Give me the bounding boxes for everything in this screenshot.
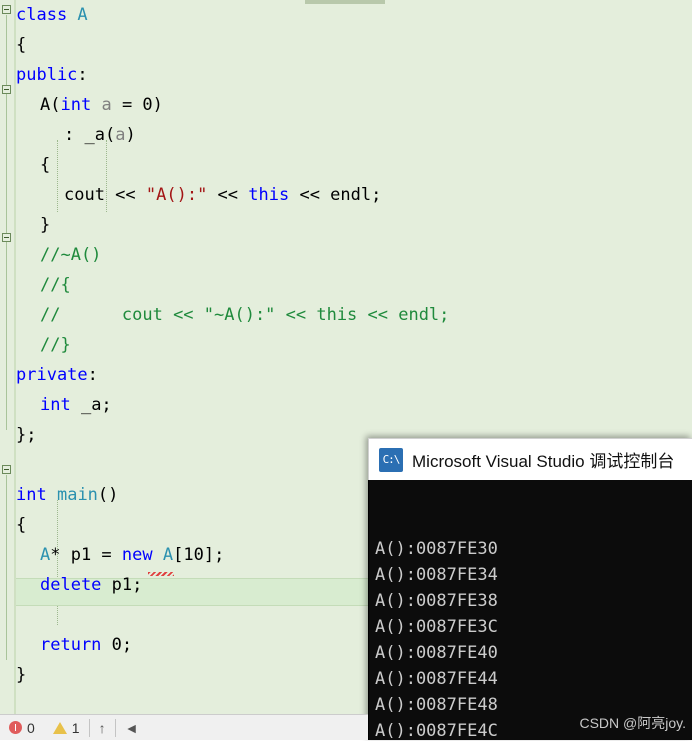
- warning-count-label: 1: [71, 719, 80, 736]
- code-token: = 0): [111, 95, 163, 115]
- code-token: };: [16, 425, 37, 445]
- code-token: {: [16, 35, 27, 55]
- error-squiggle: [148, 572, 174, 576]
- console-line: A():0087FE3C: [375, 617, 498, 637]
- code-token: new: [121, 545, 153, 565]
- code-line[interactable]: class A: [0, 0, 692, 30]
- code-line[interactable]: //{: [0, 270, 692, 300]
- console-line: A():0087FE44: [375, 669, 498, 689]
- code-token: [10];: [173, 545, 225, 565]
- code-line[interactable]: //~A(): [0, 240, 692, 270]
- code-token: A: [162, 545, 174, 565]
- code-token: ): [125, 125, 136, 145]
- arrow-up-icon: ↑: [98, 719, 106, 736]
- console-output[interactable]: A():0087FE30 A():0087FE34 A():0087FE38 A():…: [368, 480, 692, 740]
- code-token: //~A(): [40, 245, 102, 265]
- code-token: _a;: [70, 395, 112, 415]
- code-line[interactable]: //}: [0, 330, 692, 360]
- code-token: :: [87, 365, 98, 385]
- error-count-label: 0: [27, 719, 35, 736]
- code-token: A: [40, 545, 51, 565]
- code-token: p1;: [101, 575, 143, 595]
- console-line: A():0087FE30: [375, 539, 498, 559]
- console-titlebar[interactable]: C:\ Microsoft Visual Studio 调试控制台: [368, 438, 692, 480]
- code-token: A: [77, 5, 88, 25]
- code-token: {: [40, 155, 51, 175]
- console-app-icon: C:\: [379, 447, 403, 472]
- console-line: A():0087FE38: [375, 591, 498, 611]
- code-token: int: [40, 395, 71, 415]
- code-line[interactable]: A(int a = 0): [0, 90, 692, 120]
- code-token: :: [77, 65, 88, 85]
- code-token: cout <<: [64, 185, 146, 205]
- code-token: this: [248, 185, 290, 205]
- code-line[interactable]: public:: [0, 60, 692, 90]
- code-token: : _a(: [64, 125, 116, 145]
- console-line: A():0087FE34: [375, 565, 498, 585]
- scroll-up-item[interactable]: ↑: [90, 715, 115, 741]
- error-icon: [9, 721, 22, 734]
- code-line[interactable]: {: [0, 30, 692, 60]
- code-line[interactable]: }: [0, 210, 692, 240]
- code-token: int: [16, 485, 47, 505]
- code-token: private: [16, 365, 88, 385]
- code-token: int: [60, 95, 92, 115]
- code-token: delete: [40, 575, 102, 595]
- scroll-left-item[interactable]: ◄: [116, 715, 148, 741]
- code-token: //}: [40, 335, 71, 355]
- warning-icon: [52, 721, 67, 734]
- status-bar[interactable]: 0 1 ↑ ◄: [0, 714, 368, 740]
- code-token: * p1 =: [50, 545, 122, 565]
- code-token: class: [16, 5, 78, 25]
- code-token: a: [101, 95, 112, 115]
- code-token: A(: [40, 95, 61, 115]
- code-token: 0;: [101, 635, 133, 655]
- code-line[interactable]: int _a;: [0, 390, 692, 420]
- console-window[interactable]: C:\ Microsoft Visual Studio 调试控制台 A():00…: [368, 438, 692, 740]
- console-line: A():0087FE40: [375, 643, 498, 663]
- code-token: a: [115, 125, 126, 145]
- console-icon-glyph: C:\: [382, 452, 401, 466]
- code-line[interactable]: cout << "A():" << this << endl;: [0, 180, 692, 210]
- code-token: << endl;: [289, 185, 382, 205]
- code-token: //{: [40, 275, 71, 295]
- code-line[interactable]: private:: [0, 360, 692, 390]
- code-line[interactable]: {: [0, 150, 692, 180]
- code-token: public: [16, 65, 78, 85]
- code-token: main: [56, 485, 98, 505]
- arrow-left-icon: ◄: [124, 719, 139, 736]
- error-count-item[interactable]: 0: [0, 715, 44, 741]
- code-token: }: [40, 215, 51, 235]
- code-token: return: [40, 635, 102, 655]
- code-token: // cout << "~A():" << this << endl;: [40, 305, 450, 325]
- code-token: (): [97, 485, 119, 505]
- code-line[interactable]: : _a(a): [0, 120, 692, 150]
- code-line[interactable]: // cout << "~A():" << this << endl;: [0, 300, 692, 330]
- horizontal-scrollbar-fragment[interactable]: [305, 0, 385, 4]
- code-token: "A():": [145, 185, 208, 205]
- code-token: }: [16, 665, 27, 685]
- warning-count-item[interactable]: 1: [44, 715, 89, 741]
- code-token: {: [16, 515, 27, 535]
- console-window-title: Microsoft Visual Studio 调试控制台: [412, 452, 675, 471]
- watermark-text: CSDN @阿亮joy.: [579, 715, 686, 731]
- code-token: <<: [207, 185, 249, 205]
